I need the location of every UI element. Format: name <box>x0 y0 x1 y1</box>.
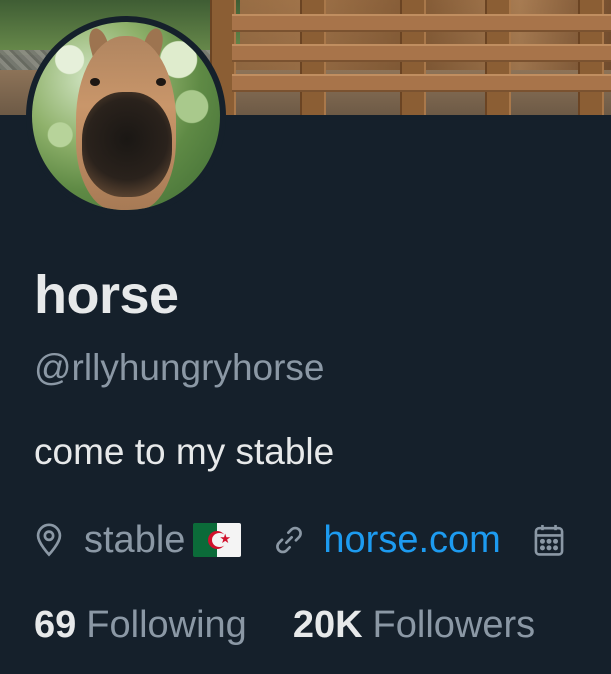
calendar-icon <box>533 523 565 557</box>
location-text: stable <box>84 518 186 561</box>
horse-eye <box>156 78 166 86</box>
banner-fence-rail <box>232 74 611 92</box>
banner-fence-rail <box>232 44 611 62</box>
display-name: horse <box>34 265 179 325</box>
algeria-flag-icon: ★ <box>193 523 242 557</box>
link-icon <box>273 524 305 556</box>
profile-joined <box>533 523 565 557</box>
profile-stats: 69 Following 20K Followers <box>34 600 535 650</box>
avatar-image <box>32 22 220 210</box>
avatar[interactable] <box>26 16 226 216</box>
location-pin-icon <box>34 523 64 557</box>
horse-muzzle <box>82 92 172 197</box>
profile-website[interactable]: horse.com <box>273 519 501 562</box>
profile-bio: come to my stable <box>34 431 335 472</box>
following-count: 69 <box>34 603 77 646</box>
following-label: Following <box>86 603 247 646</box>
followers-label: Followers <box>372 603 536 646</box>
profile-meta: stable ★ horse.com <box>34 516 565 564</box>
followers-count: 20K <box>292 603 363 646</box>
banner-fence-rail <box>232 14 611 32</box>
user-handle: @rllyhungryhorse <box>34 347 325 388</box>
profile-location: stable ★ <box>34 518 242 562</box>
website-link[interactable]: horse.com <box>323 519 500 562</box>
followers-link[interactable]: 20K Followers <box>293 604 535 647</box>
horse-eye <box>90 78 100 86</box>
following-link[interactable]: 69 Following <box>34 604 247 647</box>
